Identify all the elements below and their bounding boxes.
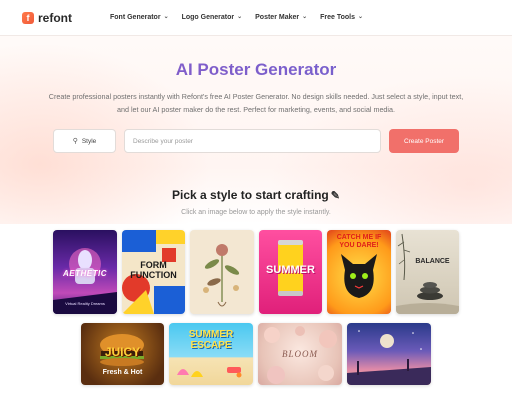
nav-label: Logo Generator [181,14,235,21]
card-title: SUMMER ESCAPE [188,329,234,351]
card-title: SUMMER [266,264,315,276]
styles-title-text: Pick a style to start crafting [172,188,329,202]
styles-section-subtitle: Click an image below to apply the style … [181,209,331,216]
nav-poster-maker[interactable]: Poster Maker ⌄ [255,14,307,21]
nav-font-generator[interactable]: Font Generator ⌄ [110,14,169,21]
hero-description: Create professional posters instantly wi… [48,92,464,114]
style-card-summer[interactable]: SUMMER [259,230,322,314]
styles-section-title: Pick a style to start crafting ✎ [0,188,512,202]
style-card-juicy[interactable]: JUICY Fresh & Hot [81,323,164,385]
chevron-down-icon: ⌄ [302,14,308,20]
style-card-botanical[interactable] [190,230,254,314]
style-label: Style [81,137,97,145]
botanical-artwork [203,244,240,307]
page-title: AI Poster Generator [0,60,512,80]
style-selector-button[interactable]: ⚲ Style [53,129,116,153]
nav-free-tools[interactable]: Free Tools ⌄ [320,14,363,21]
card-title: FORM FUNCTION [130,260,177,280]
style-card-night-sky[interactable] [347,323,431,385]
card-title: AETHETIC [63,269,107,278]
nav-label: Font Generator [110,14,161,21]
chevron-down-icon: ⌄ [358,14,364,20]
poster-prompt-bar: ⚲ Style Create Poster [53,129,459,153]
card-title: BALANCE [415,258,450,265]
card-title: CATCH ME IF YOU DARE! [336,234,382,249]
card-title: BLOOM [282,349,318,359]
refont-logo[interactable]: f refont [22,11,72,25]
style-card-summer-escape[interactable]: SUMMER ESCAPE [169,323,253,385]
balance-stones-artwork [396,233,459,314]
nav-logo-generator[interactable]: Logo Generator ⌄ [182,14,243,21]
hero-section: AI Poster Generator Create professional … [0,60,512,116]
style-card-form-function[interactable]: FORM FUNCTION [122,230,185,314]
describe-poster-input[interactable] [124,129,381,153]
chevron-down-icon: ⌄ [237,14,243,20]
style-card-aesthetic[interactable]: AETHETIC Virtual Reality Dreams [53,230,117,314]
sparkle-pen-icon: ✎ [330,190,340,202]
style-card-catch-me[interactable]: CATCH ME IF YOU DARE! [327,230,391,314]
style-card-bloom[interactable]: BLOOM [258,323,342,385]
card-caption: Virtual Reality Dreams [65,301,105,306]
nav-label: Poster Maker [255,14,300,21]
card-title: JUICY [104,345,141,359]
main-nav: Font Generator ⌄ Logo Generator ⌄ Poster M… [110,14,376,21]
chevron-down-icon: ⌄ [163,14,169,20]
card-caption: Fresh & Hot [102,369,143,376]
magic-wand-icon: ⚲ [72,138,78,145]
logo-text: refont [38,10,72,25]
create-poster-button[interactable]: Create Poster [389,129,459,153]
nav-label: Free Tools [320,14,356,21]
logo-mark-icon: f [22,11,34,24]
style-card-balance[interactable]: BALANCE [396,230,459,314]
top-navigation-bar: f refont Font Generator ⌄ Logo Generator ⌄… [0,0,512,36]
night-sky-artwork [347,330,431,385]
